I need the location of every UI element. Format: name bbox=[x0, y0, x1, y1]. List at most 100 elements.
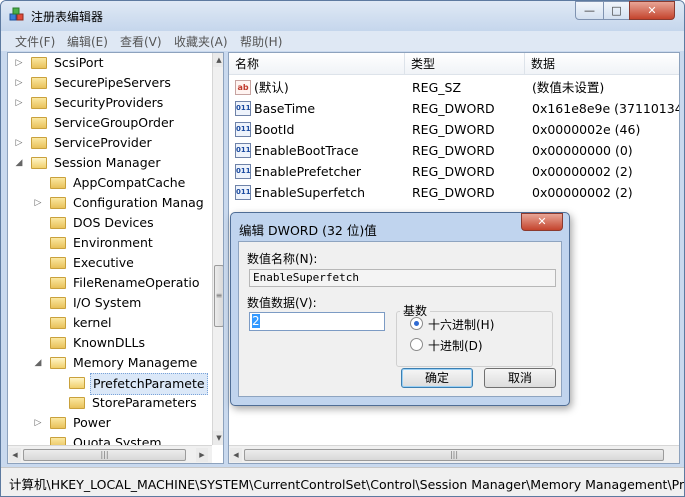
expand-arrow-icon[interactable] bbox=[33, 333, 43, 353]
tree-item[interactable]: Executive bbox=[8, 253, 212, 273]
value-name-field: EnableSuperfetch bbox=[249, 269, 556, 287]
value-data-label: 数值数据(V): bbox=[247, 296, 317, 310]
expand-arrow-icon[interactable] bbox=[33, 313, 43, 333]
expand-arrow-icon[interactable] bbox=[52, 393, 62, 413]
close-button[interactable]: ✕ bbox=[629, 1, 675, 20]
tree-item-label: I/O System bbox=[73, 295, 142, 310]
expand-arrow-icon[interactable]: ▷ bbox=[33, 193, 43, 213]
tree-horizontal-scrollbar[interactable]: ◀ ||| ▶ bbox=[8, 445, 212, 463]
menu-help[interactable]: 帮助(H) bbox=[240, 33, 282, 50]
tree-item[interactable]: ▷ Configuration Manag bbox=[8, 193, 212, 213]
expand-arrow-icon[interactable]: ▷ bbox=[14, 93, 24, 113]
list-horizontal-scrollbar[interactable]: ◀ ||| bbox=[229, 445, 679, 463]
tree-item[interactable]: FileRenameOperatio bbox=[8, 273, 212, 293]
expand-arrow-icon[interactable]: ▷ bbox=[33, 413, 43, 433]
expand-arrow-icon[interactable] bbox=[33, 253, 43, 273]
value-row[interactable]: 011 EnableSuperfetch REG_DWORD 0x00000002 (… bbox=[229, 182, 679, 203]
key-tree[interactable]: ▷ ScsiPort ▷ SecurePipeServers ▷ SecurityProv… bbox=[7, 52, 224, 464]
tree-item-label: Executive bbox=[73, 255, 134, 270]
expand-arrow-icon[interactable]: ▷ bbox=[14, 133, 24, 153]
folder-icon bbox=[31, 157, 47, 169]
collapse-arrow-icon[interactable]: ◢ bbox=[14, 153, 24, 173]
value-row[interactable]: 011 BootId REG_DWORD 0x0000002e (46) bbox=[229, 119, 679, 140]
column-header-name[interactable]: 名称 bbox=[229, 53, 405, 75]
expand-arrow-icon[interactable] bbox=[14, 113, 24, 133]
menu-file[interactable]: 文件(F) bbox=[15, 33, 55, 50]
list-hscroll-thumb[interactable]: ||| bbox=[244, 449, 664, 461]
tree-item-label: FileRenameOperatio bbox=[73, 275, 200, 290]
value-type: REG_DWORD bbox=[412, 122, 495, 137]
scroll-up-arrow-icon[interactable]: ▲ bbox=[213, 53, 223, 67]
dialog-close-button[interactable]: ✕ bbox=[521, 213, 563, 231]
menu-favorites[interactable]: 收藏夹(A) bbox=[174, 33, 228, 50]
tree-item[interactable]: ServiceGroupOrder bbox=[8, 113, 212, 133]
value-data: 0x00000002 (2) bbox=[532, 185, 633, 200]
decimal-radio-label[interactable]: 十进制(D) bbox=[428, 337, 483, 354]
value-name: EnableSuperfetch bbox=[254, 185, 365, 200]
tree-item[interactable]: PrefetchParamete bbox=[8, 373, 212, 395]
tree-item[interactable]: ▷ SecurePipeServers bbox=[8, 73, 212, 93]
tree-item[interactable]: ▷ ServiceProvider bbox=[8, 133, 212, 153]
scroll-left-arrow-icon[interactable]: ◀ bbox=[230, 448, 242, 462]
tree-item[interactable]: I/O System bbox=[8, 293, 212, 313]
expand-arrow-icon[interactable] bbox=[52, 373, 62, 393]
tree-item[interactable]: ◢ Memory Manageme bbox=[8, 353, 212, 373]
tree-item-label: PrefetchParamete bbox=[90, 373, 208, 395]
string-value-icon: ab bbox=[235, 80, 251, 95]
tree-item-label: DOS Devices bbox=[73, 215, 154, 230]
folder-icon bbox=[69, 397, 85, 409]
value-type: REG_DWORD bbox=[412, 185, 495, 200]
tree-item[interactable]: ◢ Session Manager bbox=[8, 153, 212, 173]
expand-arrow-icon[interactable]: ▷ bbox=[14, 53, 24, 73]
tree-hscroll-thumb[interactable]: ||| bbox=[23, 449, 186, 461]
dialog-title: 编辑 DWORD (32 位)值 bbox=[239, 223, 377, 238]
tree-item-label: KnownDLLs bbox=[73, 335, 145, 350]
expand-arrow-icon[interactable]: ▷ bbox=[14, 73, 24, 93]
tree-item[interactable]: KnownDLLs bbox=[8, 333, 212, 353]
expand-arrow-icon[interactable] bbox=[33, 293, 43, 313]
tree-item[interactable]: ▷ Power bbox=[8, 413, 212, 433]
dialog-body: 数值名称(N): EnableSuperfetch 数值数据(V): 2 基数 … bbox=[238, 241, 562, 397]
ok-button[interactable]: 确定 bbox=[401, 368, 473, 388]
registry-editor-window: 注册表编辑器 — □ ✕ 文件(F) 编辑(E) 查看(V) 收藏夹(A) 帮助… bbox=[0, 0, 685, 497]
tree-item[interactable]: StoreParameters bbox=[8, 393, 212, 413]
value-name: EnableBootTrace bbox=[254, 143, 359, 158]
key-path: 计算机\HKEY_LOCAL_MACHINE\SYSTEM\CurrentCon… bbox=[9, 477, 685, 492]
value-row[interactable]: 011 BaseTime REG_DWORD 0x161e8e9e (37110134… bbox=[229, 98, 679, 119]
tree-vertical-scrollbar[interactable]: ▲ ≡ ▼ bbox=[212, 53, 223, 445]
maximize-button[interactable]: □ bbox=[603, 1, 630, 20]
tree-item[interactable]: AppCompatCache bbox=[8, 173, 212, 193]
cancel-button[interactable]: 取消 bbox=[484, 368, 556, 388]
collapse-arrow-icon[interactable]: ◢ bbox=[33, 353, 43, 373]
value-row[interactable]: 011 EnableBootTrace REG_DWORD 0x00000000 (0… bbox=[229, 140, 679, 161]
tree-scroll-thumb[interactable]: ≡ bbox=[214, 265, 223, 327]
value-name-label: 数值名称(N): bbox=[247, 252, 318, 266]
scroll-left-arrow-icon[interactable]: ◀ bbox=[9, 448, 21, 462]
hex-radio[interactable] bbox=[410, 317, 423, 330]
expand-arrow-icon[interactable] bbox=[33, 273, 43, 293]
tree-item[interactable]: ▷ SecurityProviders bbox=[8, 93, 212, 113]
tree-item[interactable]: kernel bbox=[8, 313, 212, 333]
tree-item[interactable]: Environment bbox=[8, 233, 212, 253]
binary-value-icon: 011 bbox=[235, 143, 251, 158]
menu-view[interactable]: 查看(V) bbox=[120, 33, 162, 50]
expand-arrow-icon[interactable] bbox=[33, 173, 43, 193]
tree-item[interactable]: DOS Devices bbox=[8, 213, 212, 233]
decimal-radio[interactable] bbox=[410, 338, 423, 351]
scroll-down-arrow-icon[interactable]: ▼ bbox=[213, 431, 223, 445]
tree-item[interactable]: ▷ ScsiPort bbox=[8, 53, 212, 73]
title-bar[interactable]: 注册表编辑器 — □ ✕ bbox=[1, 1, 684, 31]
value-type: REG_DWORD bbox=[412, 101, 495, 116]
expand-arrow-icon[interactable] bbox=[33, 213, 43, 233]
scroll-right-arrow-icon[interactable]: ▶ bbox=[196, 448, 208, 462]
expand-arrow-icon[interactable] bbox=[33, 233, 43, 253]
value-row[interactable]: ab (默认) REG_SZ (数值未设置) bbox=[229, 77, 679, 98]
folder-icon bbox=[50, 317, 66, 329]
minimize-button[interactable]: — bbox=[575, 1, 604, 20]
column-header-type[interactable]: 类型 bbox=[405, 53, 525, 75]
value-data-input[interactable]: 2 bbox=[249, 312, 385, 331]
column-header-data[interactable]: 数据 bbox=[525, 53, 679, 75]
menu-edit[interactable]: 编辑(E) bbox=[67, 33, 108, 50]
value-row[interactable]: 011 EnablePrefetcher REG_DWORD 0x00000002 (… bbox=[229, 161, 679, 182]
hex-radio-label[interactable]: 十六进制(H) bbox=[428, 316, 494, 333]
